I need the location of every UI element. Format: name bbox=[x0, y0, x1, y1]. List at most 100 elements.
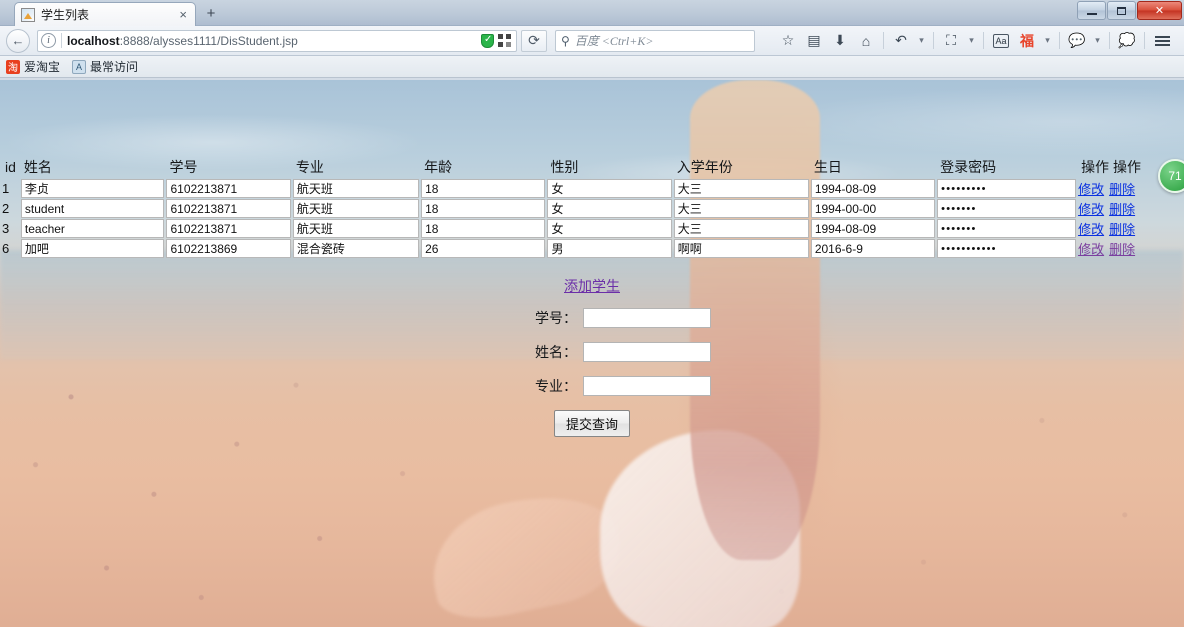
birthday-input[interactable] bbox=[810, 179, 936, 198]
cell-operations: 修改 删除 bbox=[1078, 219, 1148, 238]
toolbar-divider-2 bbox=[933, 32, 934, 49]
sno-input[interactable] bbox=[166, 239, 291, 258]
undo-icon[interactable]: ↶ bbox=[889, 29, 913, 53]
form-row-major: 专业： bbox=[0, 376, 1184, 396]
edit-link[interactable]: 修改 bbox=[1078, 242, 1104, 257]
cell-major bbox=[292, 199, 420, 218]
browser-window: 学生列表 × + ✕ ← i localhost:8888/alysses111… bbox=[0, 0, 1184, 627]
sex-input[interactable] bbox=[547, 219, 672, 238]
security-shield-icon[interactable] bbox=[481, 33, 494, 48]
sno-input[interactable] bbox=[166, 219, 291, 238]
chevron-down-icon-2[interactable]: ▾ bbox=[965, 29, 978, 53]
major-input[interactable] bbox=[292, 219, 420, 238]
minimize-button[interactable] bbox=[1077, 1, 1106, 20]
close-tab-icon[interactable]: × bbox=[177, 8, 189, 21]
major-input[interactable] bbox=[292, 239, 420, 258]
sno-input[interactable] bbox=[583, 308, 711, 328]
bookmark-label-most-visited: 最常访问 bbox=[90, 60, 139, 74]
edit-link[interactable]: 修改 bbox=[1078, 202, 1104, 217]
cell-name bbox=[20, 239, 165, 258]
cell-sno bbox=[166, 199, 291, 218]
year-input[interactable] bbox=[673, 179, 809, 198]
major-input[interactable] bbox=[292, 179, 420, 198]
year-input[interactable] bbox=[673, 219, 809, 238]
name-input[interactable] bbox=[20, 239, 165, 258]
cell-password bbox=[937, 239, 1077, 258]
column-header-sno: 学号 bbox=[169, 159, 198, 175]
reload-button[interactable]: ⟳ bbox=[521, 29, 547, 52]
url-text[interactable]: localhost:8888/alysses1111/DisStudent.js… bbox=[67, 34, 481, 48]
column-header-major: 专业 bbox=[295, 159, 324, 175]
restore-button[interactable] bbox=[1107, 1, 1136, 20]
sno-input[interactable] bbox=[166, 199, 291, 218]
name-input[interactable] bbox=[20, 179, 165, 198]
major-input[interactable] bbox=[583, 376, 711, 396]
password-input[interactable] bbox=[937, 219, 1077, 238]
age-input[interactable] bbox=[421, 239, 546, 258]
chevron-down-icon-4[interactable]: ▾ bbox=[1091, 29, 1104, 53]
chat-bubble-icon[interactable]: 💬 bbox=[1065, 29, 1089, 53]
qr-code-icon[interactable] bbox=[498, 34, 511, 47]
bookmark-item-most-visited[interactable]: A 最常访问 bbox=[72, 58, 138, 75]
home-icon[interactable]: ⌂ bbox=[854, 29, 878, 53]
cell-birthday bbox=[810, 219, 936, 238]
age-input[interactable] bbox=[421, 199, 546, 218]
column-header-birthday: 生日 bbox=[813, 159, 842, 175]
cell-age bbox=[421, 199, 546, 218]
hamburger-menu-icon[interactable] bbox=[1150, 29, 1174, 53]
sex-input[interactable] bbox=[547, 199, 672, 218]
row-id-cell: 3 bbox=[2, 221, 10, 236]
name-input[interactable] bbox=[20, 219, 165, 238]
fu-character-icon[interactable]: 福 bbox=[1015, 29, 1039, 53]
add-student-link[interactable]: 添加学生 bbox=[564, 278, 620, 294]
close-window-button[interactable]: ✕ bbox=[1137, 1, 1182, 20]
search-bar[interactable]: ⚲ 百度 <Ctrl+K> bbox=[555, 29, 755, 52]
bookmark-item-taobao[interactable]: 淘 爱淘宝 bbox=[6, 58, 60, 75]
age-input[interactable] bbox=[421, 219, 546, 238]
sex-input[interactable] bbox=[547, 239, 672, 258]
cell-name bbox=[20, 199, 165, 218]
password-input[interactable] bbox=[937, 179, 1077, 198]
submit-query-button[interactable]: 提交查询 bbox=[553, 410, 630, 437]
hamburger-bars bbox=[1154, 35, 1170, 46]
age-input[interactable] bbox=[421, 179, 546, 198]
downloads-icon[interactable]: ⬇ bbox=[828, 29, 852, 53]
chevron-down-icon-1[interactable]: ▾ bbox=[915, 29, 928, 53]
sno-input[interactable] bbox=[166, 179, 291, 198]
cell-year bbox=[673, 199, 809, 218]
password-input[interactable] bbox=[937, 199, 1077, 218]
chevron-down-icon-3[interactable]: ▾ bbox=[1041, 29, 1054, 53]
font-size-icon[interactable]: Aa bbox=[989, 29, 1013, 53]
speech-bubble-icon[interactable]: 💭 bbox=[1115, 29, 1139, 53]
floating-counter-badge[interactable]: 71 bbox=[1158, 159, 1184, 193]
major-input[interactable] bbox=[292, 199, 420, 218]
bookmark-star-icon[interactable]: ☆ bbox=[776, 29, 800, 53]
crop-screenshot-icon[interactable]: ⛶ bbox=[939, 29, 963, 53]
birthday-input[interactable] bbox=[810, 219, 936, 238]
library-icon[interactable]: ▤ bbox=[802, 29, 826, 53]
edit-link[interactable]: 修改 bbox=[1078, 222, 1104, 237]
student-table-head: id 姓名 学号 专业 年龄 性别 入学年份 生日 登录密码 操作 操作 bbox=[2, 156, 1148, 178]
delete-link[interactable]: 删除 bbox=[1109, 242, 1135, 257]
delete-link[interactable]: 删除 bbox=[1109, 182, 1135, 197]
back-button[interactable]: ← bbox=[6, 28, 30, 53]
delete-link[interactable]: 删除 bbox=[1109, 202, 1135, 217]
toolbar-divider-3 bbox=[983, 32, 984, 49]
sex-input[interactable] bbox=[547, 179, 672, 198]
column-header-sex: 性别 bbox=[550, 159, 579, 175]
birthday-input[interactable] bbox=[810, 199, 936, 218]
birthday-input[interactable] bbox=[810, 239, 936, 258]
password-input[interactable] bbox=[937, 239, 1077, 258]
name-input[interactable] bbox=[583, 342, 711, 362]
address-bar[interactable]: i localhost:8888/alysses1111/DisStudent.… bbox=[37, 29, 517, 52]
name-input[interactable] bbox=[20, 199, 165, 218]
column-header-id: id bbox=[5, 159, 16, 175]
site-info-icon[interactable]: i bbox=[41, 33, 56, 48]
year-input[interactable] bbox=[673, 239, 809, 258]
year-input[interactable] bbox=[673, 199, 809, 218]
edit-link[interactable]: 修改 bbox=[1078, 182, 1104, 197]
browser-tab-student-list[interactable]: 学生列表 × bbox=[14, 2, 196, 26]
new-tab-button[interactable]: + bbox=[200, 4, 222, 24]
page-favicon-icon bbox=[21, 7, 35, 22]
delete-link[interactable]: 删除 bbox=[1109, 222, 1135, 237]
